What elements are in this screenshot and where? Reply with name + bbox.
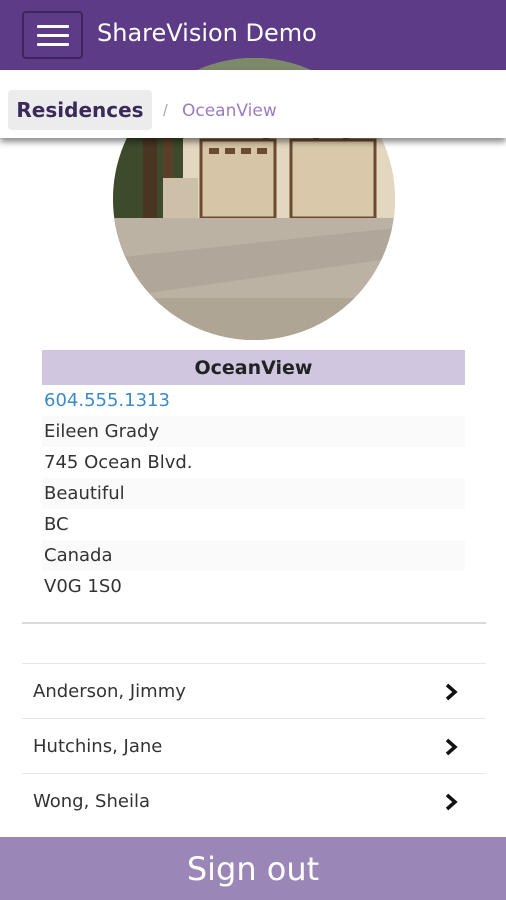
- residence-phone-link[interactable]: 604.555.1313: [42, 385, 465, 416]
- person-name: Hutchins, Jane: [33, 735, 163, 757]
- person-name: Anderson, Jimmy: [33, 680, 186, 702]
- chevron-right-icon: [445, 738, 458, 756]
- residence-province: BC: [44, 514, 69, 535]
- list-item[interactable]: Hutchins, Jane: [22, 718, 486, 773]
- residence-address: 745 Ocean Blvd.: [44, 452, 193, 473]
- residence-postal-code: V0G 1S0: [44, 576, 122, 597]
- hamburger-menu-icon: [36, 24, 69, 28]
- breadcrumb-current: OceanView: [182, 101, 277, 121]
- residence-contact: Eileen Grady: [42, 416, 465, 447]
- residence-city: Beautiful: [42, 478, 465, 509]
- app-title: ShareVision Demo: [97, 19, 317, 47]
- people-list: Anderson, Jimmy Hutchins, Jane Wong, She…: [22, 663, 486, 828]
- residence-country: Canada: [42, 540, 465, 571]
- breadcrumb-residences-button[interactable]: Residences: [8, 90, 152, 130]
- residence-name: OceanView: [42, 350, 465, 385]
- chevron-right-icon: [445, 793, 458, 811]
- person-name: Wong, Sheila: [33, 790, 150, 812]
- list-item[interactable]: Wong, Sheila: [22, 773, 486, 828]
- chevron-right-icon: [445, 683, 458, 701]
- residence-details-card: OceanView 604.555.1313 Eileen Grady 745 …: [22, 350, 486, 624]
- sign-out-button[interactable]: Sign out: [0, 837, 506, 900]
- breadcrumb: Residences / OceanView: [0, 70, 506, 138]
- list-item[interactable]: Anderson, Jimmy: [22, 663, 486, 718]
- hamburger-menu-button[interactable]: [22, 11, 83, 59]
- breadcrumb-separator: /: [163, 101, 168, 120]
